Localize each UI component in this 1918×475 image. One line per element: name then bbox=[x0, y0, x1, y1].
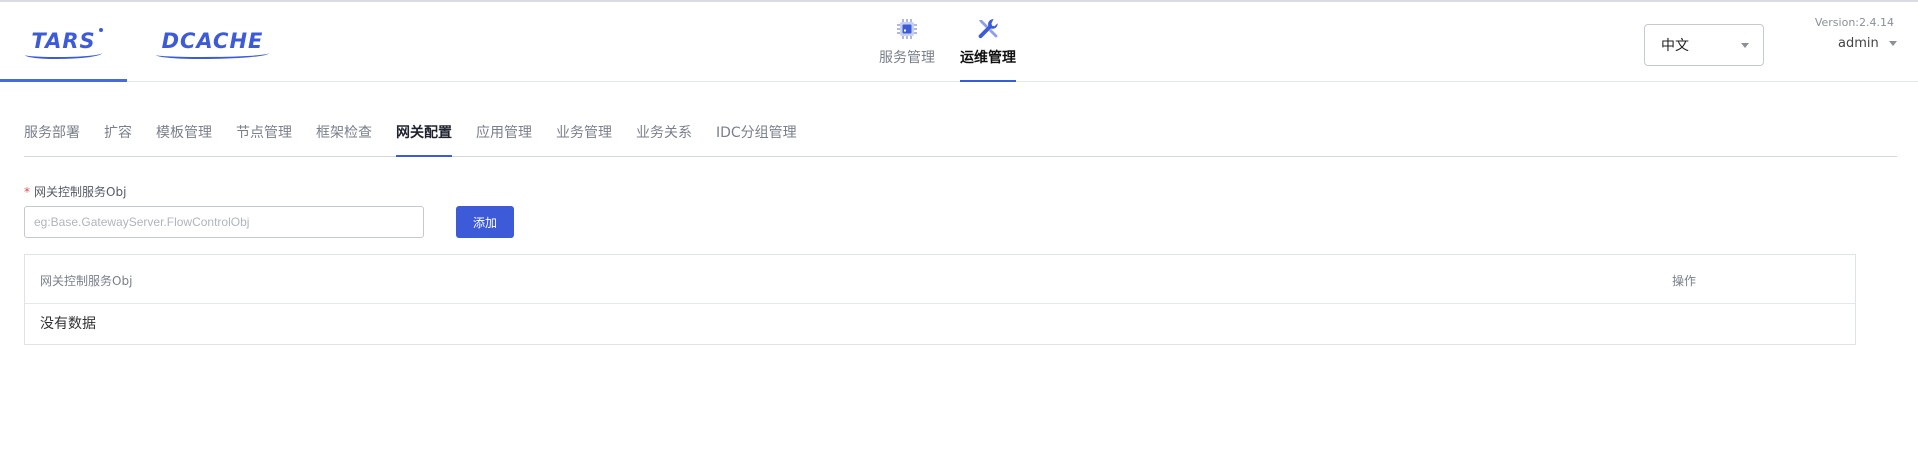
language-selected-value: 中文 bbox=[1661, 38, 1689, 54]
tab-template-management[interactable]: 模板管理 bbox=[156, 120, 212, 156]
column-header-actions: 操作 bbox=[1672, 274, 1697, 288]
tab-framework-check[interactable]: 框架检查 bbox=[316, 120, 372, 156]
user-menu[interactable]: admin bbox=[1838, 36, 1897, 51]
tab-node-management[interactable]: 节点管理 bbox=[236, 120, 292, 156]
header: TARS DCACHE 服务管理 运维管理 中文 Version:2.4.14 … bbox=[0, 2, 1918, 82]
column-header-obj: 网关控制服务Obj bbox=[40, 274, 133, 288]
nav-ops-management[interactable]: 运维管理 bbox=[960, 2, 1016, 82]
language-select[interactable]: 中文 bbox=[1644, 24, 1764, 66]
dcache-logo: DCACHE bbox=[155, 31, 270, 59]
gateway-obj-label-text: 网关控制服务Obj bbox=[34, 185, 127, 199]
sub-navigation: 服务部署 扩容 模板管理 节点管理 框架检查 网关配置 应用管理 业务管理 业务… bbox=[24, 120, 1897, 157]
table-empty-text: 没有数据 bbox=[40, 316, 96, 332]
wrench-icon bbox=[975, 16, 1001, 42]
table-header: 网关控制服务Obj 操作 bbox=[25, 255, 1855, 304]
tars-logo-tab[interactable]: TARS bbox=[0, 2, 127, 82]
chevron-down-icon bbox=[1741, 43, 1749, 48]
tab-expand[interactable]: 扩容 bbox=[104, 120, 132, 156]
tars-logo: TARS bbox=[25, 28, 103, 59]
gateway-table: 网关控制服务Obj 操作 没有数据 bbox=[24, 254, 1856, 345]
username: admin bbox=[1838, 36, 1879, 51]
tab-service-deploy[interactable]: 服务部署 bbox=[24, 120, 80, 156]
tab-gateway-config[interactable]: 网关配置 bbox=[396, 120, 452, 157]
chip-icon bbox=[894, 16, 920, 42]
gateway-obj-label: * 网关控制服务Obj bbox=[24, 183, 126, 200]
add-button[interactable]: 添加 bbox=[456, 206, 514, 238]
nav-service-management[interactable]: 服务管理 bbox=[878, 2, 936, 81]
dcache-logo-tab[interactable]: DCACHE bbox=[145, 2, 280, 81]
gateway-obj-input[interactable] bbox=[24, 206, 424, 238]
tab-application-management[interactable]: 应用管理 bbox=[476, 120, 532, 156]
chevron-down-icon bbox=[1888, 41, 1897, 46]
version-label: Version:2.4.14 bbox=[1814, 16, 1894, 29]
tab-idc-group-management[interactable]: IDC分组管理 bbox=[716, 120, 797, 156]
nav-ops-label: 运维管理 bbox=[960, 50, 1016, 66]
tab-business-relation[interactable]: 业务关系 bbox=[636, 120, 692, 156]
tab-business-management[interactable]: 业务管理 bbox=[556, 120, 612, 156]
nav-service-label: 服务管理 bbox=[879, 50, 935, 66]
required-mark: * bbox=[24, 185, 30, 199]
